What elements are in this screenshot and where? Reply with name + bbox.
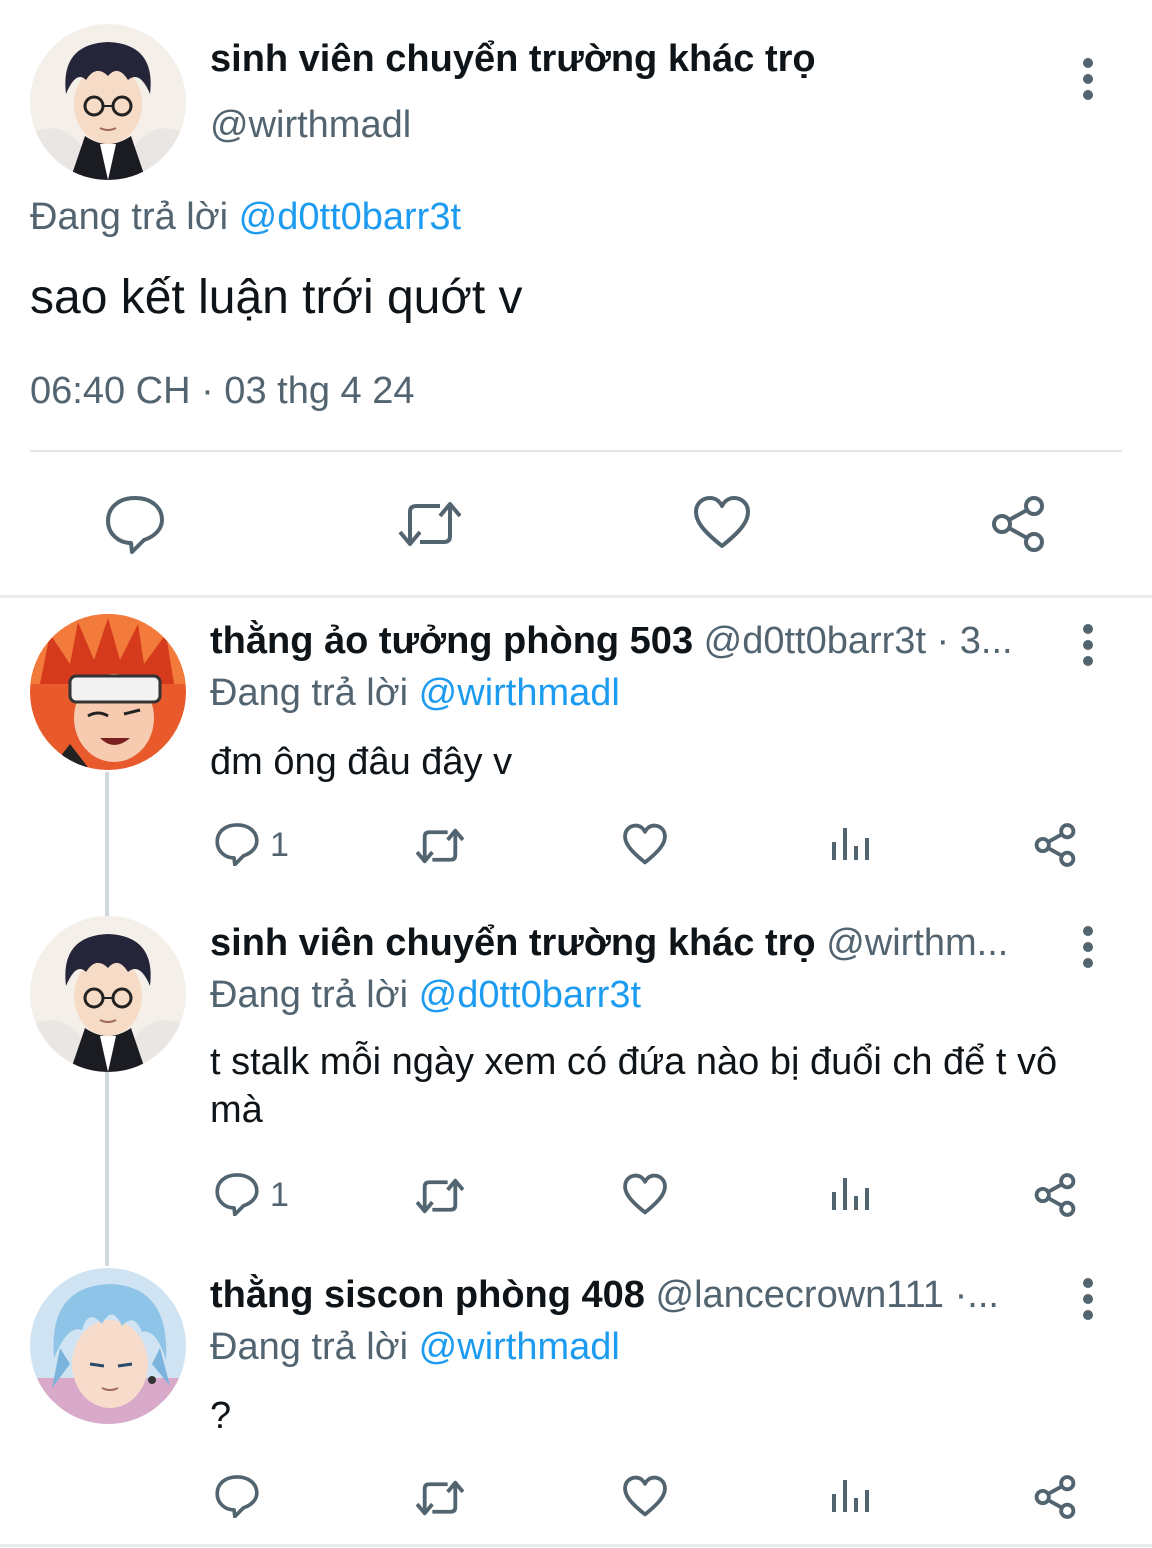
divider (30, 450, 1122, 452)
author-meta[interactable]: @lancecrown111 ·... (656, 1274, 999, 1316)
mention-link[interactable]: @wirthmadl (419, 672, 620, 714)
more-options-icon[interactable] (1083, 624, 1095, 672)
replying-to: Đang trả lời @d0tt0barr3t (210, 974, 641, 1017)
mention-link[interactable]: @d0tt0barr3t (239, 196, 461, 238)
avatar[interactable] (30, 614, 186, 770)
more-options-icon[interactable] (1083, 58, 1095, 106)
replying-prefix: Đang trả lời (210, 1326, 409, 1368)
like-icon[interactable] (622, 1474, 668, 1518)
retweet-icon[interactable] (396, 498, 464, 550)
avatar[interactable] (30, 24, 186, 180)
reply-icon[interactable] (214, 1172, 260, 1216)
replying-prefix: Đang trả lời (210, 974, 409, 1016)
reply-header[interactable]: sinh viên chuyển trường khác trọ @wirthm… (210, 922, 1040, 965)
reply-icon[interactable] (214, 1474, 260, 1518)
section-divider (0, 595, 1152, 598)
replying-to: Đang trả lời @d0tt0barr3t (30, 196, 461, 239)
author-name[interactable]: thằng siscon phòng 408 (210, 1274, 645, 1316)
author-name[interactable]: sinh viên chuyển trường khác trọ (210, 38, 816, 81)
share-icon[interactable] (1032, 1172, 1078, 1218)
like-icon[interactable] (622, 1172, 668, 1216)
mention-link[interactable]: @wirthmadl (419, 1326, 620, 1368)
reply-icon[interactable] (104, 494, 166, 554)
author-meta[interactable]: @wirthm... (826, 922, 1008, 964)
views-icon[interactable] (830, 1174, 870, 1214)
avatar[interactable] (30, 1268, 186, 1424)
like-icon[interactable] (622, 822, 668, 866)
more-options-icon[interactable] (1083, 926, 1095, 974)
author-name[interactable]: sinh viên chuyển trường khác trọ (210, 922, 816, 964)
avatar[interactable] (30, 916, 186, 1072)
author-name[interactable]: thằng ảo tưởng phòng 503 (210, 620, 693, 662)
replying-prefix: Đang trả lời (210, 672, 409, 714)
like-icon[interactable] (692, 494, 752, 550)
retweet-icon[interactable] (414, 1478, 466, 1518)
share-icon[interactable] (988, 494, 1048, 554)
share-icon[interactable] (1032, 1474, 1078, 1520)
author-meta[interactable]: @d0tt0barr3t · 3... (704, 620, 1013, 662)
section-divider (0, 1544, 1152, 1547)
reply-icon[interactable] (214, 822, 260, 866)
reply-header[interactable]: thằng ảo tưởng phòng 503 @d0tt0barr3t · … (210, 620, 1060, 663)
retweet-icon[interactable] (414, 826, 466, 866)
tweet-text: đm ông đâu đây v (210, 741, 513, 783)
reply-count: 1 (270, 826, 289, 864)
replying-to: Đang trả lời @wirthmadl (210, 1326, 620, 1369)
author-handle[interactable]: @wirthmadl (210, 104, 411, 147)
tweet-text: t stalk mỗi ngày xem có đứa nào bị đuổi … (210, 1041, 1058, 1131)
views-icon[interactable] (830, 824, 870, 864)
share-icon[interactable] (1032, 822, 1078, 868)
replying-to: Đang trả lời @wirthmadl (210, 672, 620, 715)
reply-header[interactable]: thằng siscon phòng 408 @lancecrown111 ·.… (210, 1274, 1050, 1317)
tweet-text: ? (210, 1395, 232, 1437)
more-options-icon[interactable] (1083, 1278, 1095, 1326)
retweet-icon[interactable] (414, 1176, 466, 1216)
views-icon[interactable] (830, 1476, 870, 1516)
replying-prefix: Đang trả lời (30, 196, 229, 238)
reply-count: 1 (270, 1176, 289, 1214)
mention-link[interactable]: @d0tt0barr3t (419, 974, 641, 1016)
tweet-text: sao kết luận trới quớt v (30, 271, 523, 324)
tweet-timestamp: 06:40 CH · 03 thg 4 24 (30, 370, 415, 412)
